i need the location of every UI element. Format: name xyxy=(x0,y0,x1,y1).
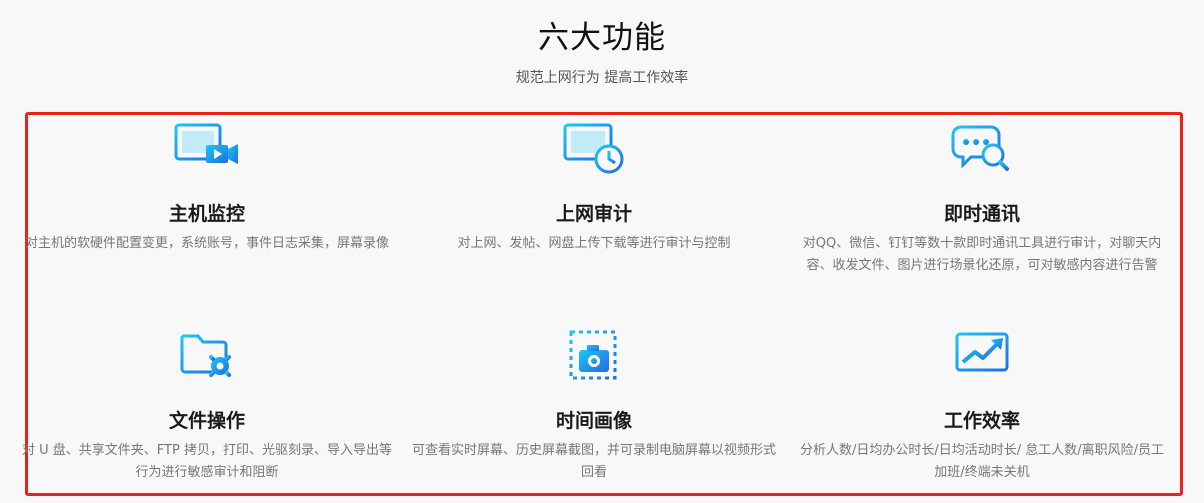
feature-card-web-audit[interactable]: 上网审计 对上网、发帖、网盘上传下载等进行审计与控制 xyxy=(404,121,784,255)
monitor-trend-icon xyxy=(955,332,1009,378)
monitor-clock-icon xyxy=(563,123,624,174)
feature-title: 上网审计 xyxy=(555,203,632,225)
feature-card-time-portrait[interactable]: 时间画像 可查看实时屏幕、历史屏幕截图，并可录制电脑屏幕以视频形式回看 xyxy=(404,328,784,484)
feature-description: 对上网、发帖、网盘上传下载等进行审计与控制 xyxy=(457,236,731,251)
chat-search-icon xyxy=(951,125,1009,171)
feature-description: 分析人数/日均办公时长/日均活动时长/ 怠工人数/离职风险/员工加班/终端未关机 xyxy=(799,443,1165,480)
feature-description: 对主机的软硬件配置变更，系统账号，事件日志采集，屏幕录像 xyxy=(24,236,389,251)
feature-card-file-operation[interactable]: 文件操作 对 U 盘、共享文件夹、FTP 拷贝，打印、光驱刻录、导入导出等行为进… xyxy=(17,328,397,484)
feature-title: 工作效率 xyxy=(943,410,1020,432)
feature-description: 对QQ、微信、钉钉等数十款即时通讯工具进行审计，对聊天内容、收发文件、图片进行场… xyxy=(802,236,1162,273)
feature-description: 对 U 盘、共享文件夹、FTP 拷贝，打印、光驱刻录、导入导出等行为进行敏感审计… xyxy=(22,443,392,480)
feature-card-host-monitor[interactable]: 主机监控 对主机的软硬件配置变更，系统账号，事件日志采集，屏幕录像 xyxy=(17,121,397,255)
monitor-video-icon xyxy=(174,123,238,167)
feature-card-instant-messaging[interactable]: 即时通讯 对QQ、微信、钉钉等数十款即时通讯工具进行审计，对聊天内容、收发文件、… xyxy=(792,121,1172,277)
feature-title: 即时通讯 xyxy=(943,203,1020,225)
section-title: 六大功能 xyxy=(538,20,666,56)
feature-card-work-efficiency[interactable]: 工作效率 分析人数/日均办公时长/日均活动时长/ 怠工人数/离职风险/员工加班/… xyxy=(792,328,1172,484)
section-subtitle: 规范上网行为 提高工作效率 xyxy=(515,70,689,86)
feature-description: 可查看实时屏幕、历史屏幕截图，并可录制电脑屏幕以视频形式回看 xyxy=(411,443,776,480)
feature-title: 主机监控 xyxy=(168,203,245,225)
folder-gear-icon xyxy=(180,334,235,381)
camera-frame-icon xyxy=(569,330,617,380)
feature-title: 文件操作 xyxy=(168,410,245,432)
feature-title: 时间画像 xyxy=(555,410,632,432)
